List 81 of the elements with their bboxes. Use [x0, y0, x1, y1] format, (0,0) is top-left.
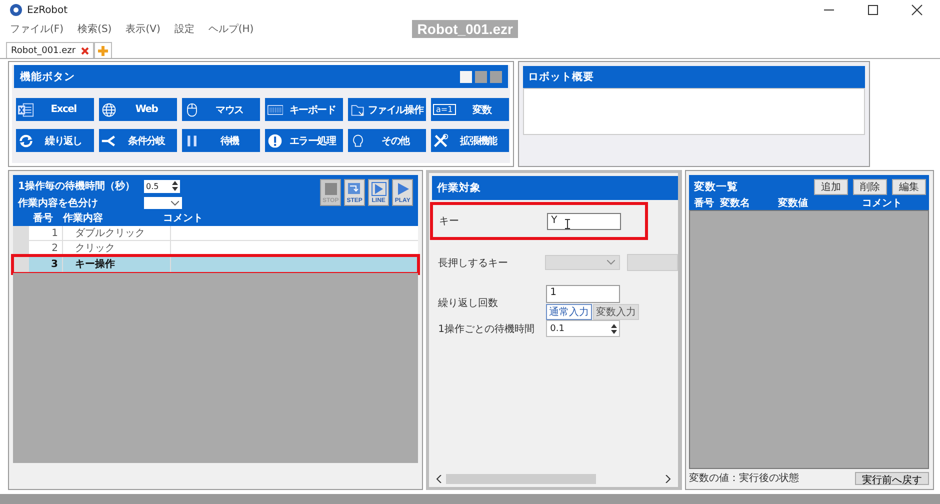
caret-icon — [606, 260, 615, 265]
panel-title: ロボット概要 — [528, 70, 594, 84]
field-label: キー — [439, 215, 460, 228]
input-mode-button[interactable]: 通常入力 — [546, 304, 592, 320]
toolbar-button[interactable]: 追加 — [814, 179, 848, 195]
number-spinner[interactable]: 0.1 — [546, 320, 620, 337]
table-cell: ダブルクリック — [63, 226, 171, 240]
panel-title: 作業対象 — [437, 181, 482, 195]
view-toggle[interactable] — [460, 70, 472, 82]
function-button[interactable]: 拡張機能 — [431, 129, 509, 152]
spin-arrows-icon — [171, 180, 179, 192]
field-label: 繰り返し回数 — [438, 296, 500, 310]
field-label: 長押しするキー — [438, 256, 510, 270]
column-header: 変数名 — [720, 196, 752, 210]
refresh-icon — [18, 132, 34, 148]
column-header: コメント — [163, 212, 203, 225]
toolbar-button[interactable]: 編集 — [892, 179, 926, 195]
table-row[interactable]: 3 キー操作 — [13, 256, 418, 273]
window-title: EzRobot — [27, 4, 68, 16]
tools-icon — [433, 132, 449, 148]
status-text: 変数の値：実行後の状態 — [689, 472, 800, 485]
menu-item[interactable]: 設定 — [174, 22, 194, 36]
view-toggle[interactable] — [490, 70, 502, 82]
globe-icon — [101, 102, 117, 118]
menu-item[interactable]: ファイル(F) — [10, 22, 64, 36]
column-header: 変数値 — [778, 196, 810, 210]
spin-arrows-icon — [610, 322, 618, 334]
scroll-right-icon — [665, 475, 672, 483]
mouse-icon — [184, 102, 200, 118]
lightbulb-icon — [350, 132, 366, 148]
scroll-left-icon — [436, 475, 442, 483]
color-dropdown[interactable] — [144, 197, 182, 209]
function-button[interactable]: 条件分岐 — [99, 129, 177, 152]
column-header: 番号 — [694, 196, 716, 210]
repeat-count-field[interactable]: 1 — [546, 285, 620, 303]
number-spinner[interactable]: 0.5 — [144, 180, 180, 192]
menu-item[interactable]: ヘルプ(H) — [208, 22, 254, 36]
column-header: コメント — [862, 197, 902, 210]
function-button[interactable]: a=1 変数 — [431, 98, 509, 121]
summary-text-area[interactable] — [523, 88, 865, 135]
key-dropdown[interactable] — [544, 255, 620, 270]
function-button[interactable]: 待機 — [182, 129, 260, 152]
key-input-field[interactable]: Y — [547, 212, 622, 230]
function-button[interactable]: Web — [99, 98, 177, 121]
function-button[interactable]: 繰り返し — [16, 129, 94, 152]
menu-item[interactable]: 検索(S) — [78, 22, 112, 36]
field-label: 作業内容を色分け — [18, 196, 99, 210]
panel-title: 変数一覧 — [694, 180, 738, 194]
function-button[interactable]: キーボード — [265, 98, 343, 121]
table-cell: キー操作 — [63, 256, 171, 272]
table-cell: 3 — [29, 256, 63, 272]
field-label: 1操作ごとの待機時間 — [438, 322, 536, 336]
file-name-label: Robot_001.ezr — [412, 20, 518, 38]
table-cell: 1 — [29, 226, 63, 240]
branch-icon — [101, 132, 117, 148]
panel-title: 機能ボタン — [20, 70, 75, 84]
variable-icon: a=1 — [433, 104, 456, 115]
function-button[interactable]: ファイル操作 — [348, 98, 426, 121]
caret-icon — [171, 200, 179, 206]
function-button[interactable]: その他 — [348, 129, 426, 152]
toolbar-button[interactable]: 削除 — [853, 179, 887, 195]
spreadsheet-icon — [18, 102, 34, 118]
close-icon — [80, 46, 89, 54]
text-cursor-icon — [565, 218, 570, 228]
control-icon — [370, 181, 388, 197]
exclamation-icon — [267, 132, 283, 148]
file-tab[interactable]: Robot_001.ezr — [6, 42, 94, 58]
view-toggle[interactable] — [475, 70, 487, 82]
column-header: 作業内容 — [62, 211, 104, 225]
function-button[interactable]: Excel — [16, 98, 94, 121]
function-button[interactable]: エラー処理 — [265, 129, 343, 152]
menu-item[interactable]: 表示(V) — [126, 22, 160, 36]
text-field[interactable] — [626, 254, 678, 271]
function-button[interactable]: マウス — [182, 98, 260, 121]
column-header: 番号 — [32, 212, 53, 225]
input-mode-button[interactable]: 変数入力 — [593, 304, 640, 320]
field-label: 1操作毎の待機時間（秒） — [18, 180, 136, 193]
reset-button[interactable]: 実行前へ戻す — [855, 472, 929, 484]
app-logo-icon — [10, 4, 22, 16]
plus-icon[interactable] — [98, 46, 108, 56]
table-row[interactable]: 1 ダブルクリック — [13, 226, 418, 241]
